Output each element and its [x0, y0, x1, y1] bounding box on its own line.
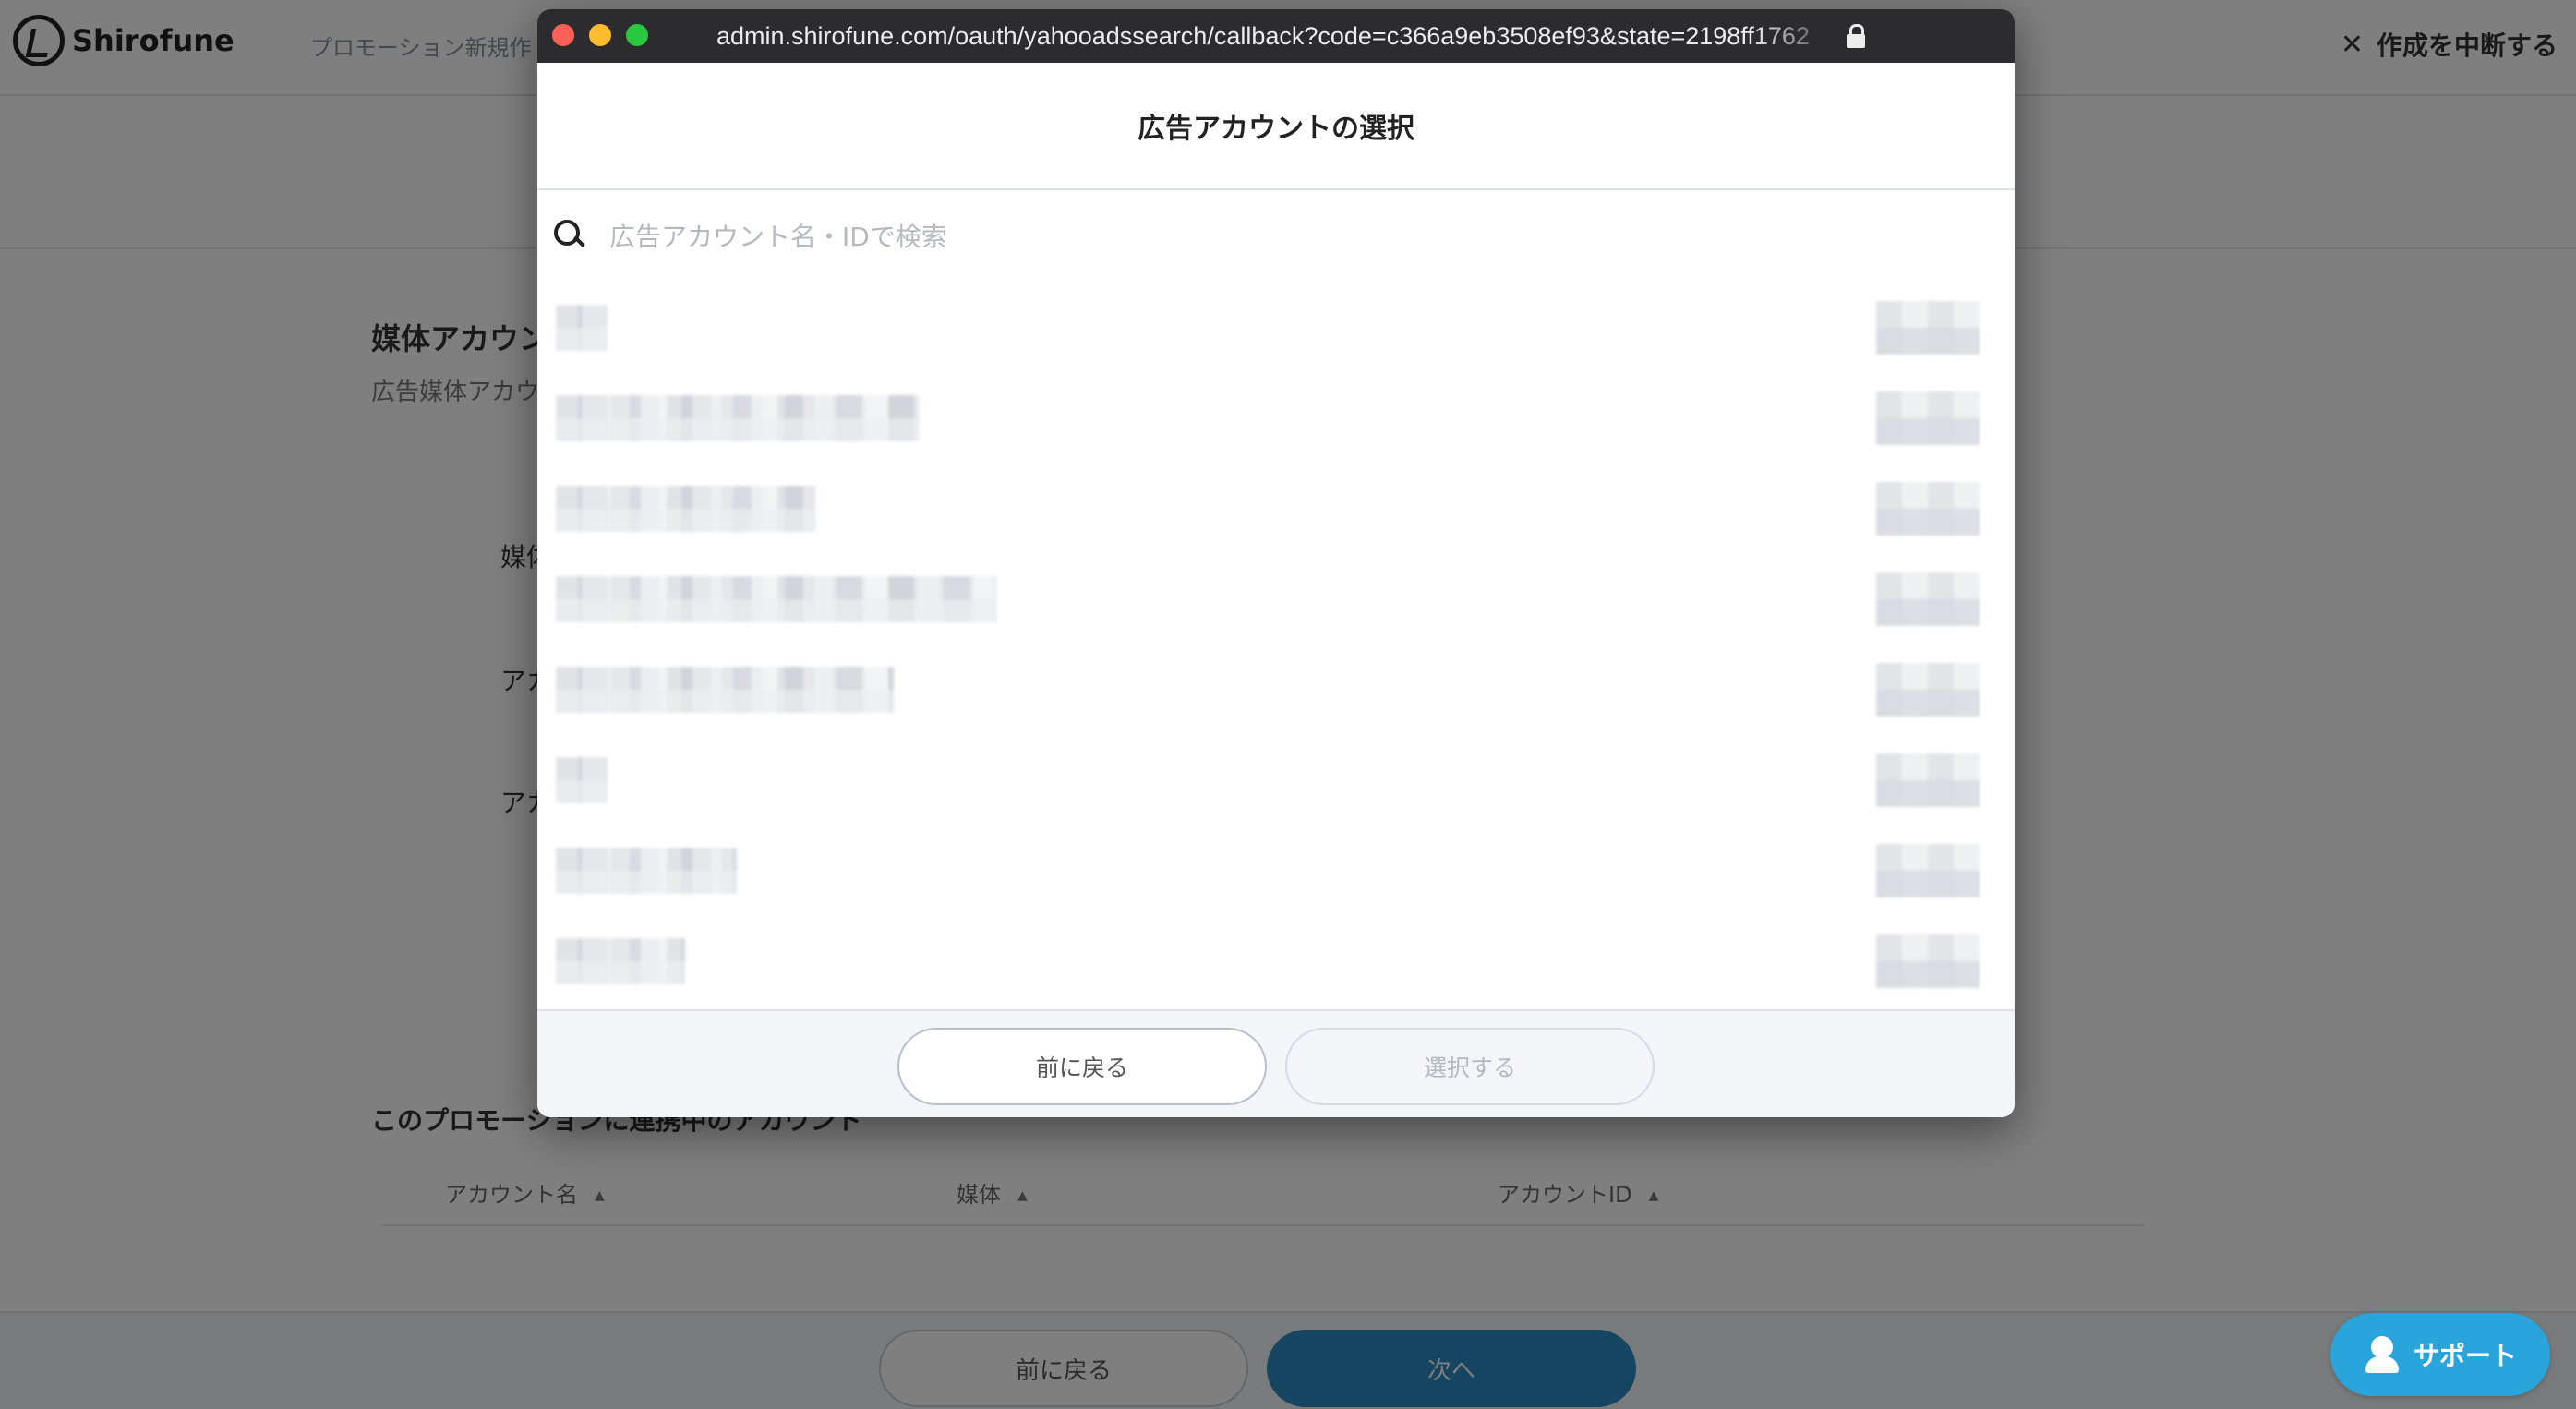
modal-header: 広告アカウントの選択 [537, 63, 2015, 190]
account-id-redacted [1876, 391, 1980, 445]
select-button[interactable]: 選択する [1285, 1028, 1655, 1105]
account-row[interactable] [556, 739, 1996, 822]
window-zoom-button[interactable] [626, 24, 648, 46]
modal-title: 広告アカウントの選択 [1138, 113, 1414, 145]
account-search-input[interactable] [609, 211, 1976, 262]
account-id-redacted [1876, 572, 1980, 626]
account-row[interactable] [556, 648, 1996, 731]
account-name-redacted [556, 576, 997, 622]
oauth-popup-window: admin.shirofune.com/oauth/yahooadssearch… [537, 9, 2015, 1117]
account-row[interactable] [556, 467, 1996, 550]
window-titlebar: admin.shirofune.com/oauth/yahooadssearch… [537, 9, 2015, 63]
account-name-redacted [556, 757, 608, 803]
account-id-redacted [1876, 753, 1980, 807]
account-id-redacted [1876, 301, 1980, 355]
account-list [537, 286, 2015, 1006]
account-id-redacted [1876, 844, 1980, 897]
back-button[interactable]: 前に戻る [897, 1028, 1267, 1105]
account-name-redacted [556, 395, 920, 441]
support-button[interactable]: サポート [2330, 1313, 2550, 1396]
account-row[interactable] [556, 829, 1996, 912]
account-name-redacted [556, 305, 608, 351]
modal-footer: 前に戻る 選択する [537, 1009, 2015, 1117]
support-label: サポート [2413, 1341, 2517, 1371]
account-id-redacted [1876, 482, 1980, 536]
address-url: admin.shirofune.com/oauth/yahooadssearch… [716, 22, 1810, 50]
window-close-button[interactable] [552, 24, 574, 46]
account-row[interactable] [556, 377, 1996, 460]
search-icon [554, 220, 587, 253]
account-row[interactable] [556, 558, 1996, 641]
search-bar [537, 192, 2015, 281]
account-row[interactable] [556, 286, 1996, 369]
account-name-redacted [556, 667, 894, 713]
account-row[interactable] [556, 920, 1996, 1003]
support-person-icon [2364, 1336, 2401, 1373]
account-name-redacted [556, 848, 737, 894]
account-id-redacted [1876, 934, 1980, 988]
account-name-redacted [556, 486, 816, 532]
window-minimize-button[interactable] [589, 24, 611, 46]
account-name-redacted [556, 938, 685, 984]
account-id-redacted [1876, 663, 1980, 717]
lock-icon [1847, 24, 1865, 48]
